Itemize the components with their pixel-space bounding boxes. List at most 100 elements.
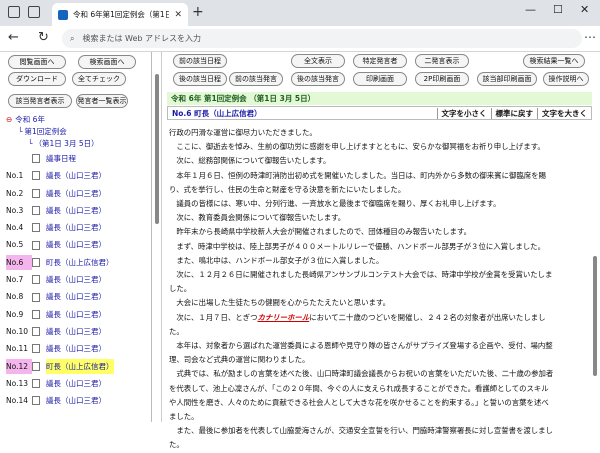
more-menu-icon[interactable]: ⋯ — [584, 30, 596, 44]
speaker-label: 町長（山上広信君） — [46, 257, 114, 267]
speaker-bar: No.6 町長（山上広信君） 文字を小さく 標準に戻す 文字を大きく — [167, 106, 592, 120]
row-number: No.12 — [6, 358, 32, 374]
speaker-label: 議長（山口三君） — [46, 344, 106, 354]
tree-speaker-row[interactable]: No.10 議長（山口三君） — [6, 323, 151, 340]
speaker-name: No.6 町長（山上広信君） — [172, 108, 262, 118]
tree-speaker-row[interactable]: No.7 議長（山口三君） — [6, 271, 151, 288]
next-schedule-button[interactable]: 後の該当日程 — [173, 72, 227, 86]
tree-speaker-row[interactable]: No.6 町長（山上広信君） — [6, 254, 151, 271]
help-button[interactable]: 操作説明へ — [543, 72, 589, 86]
text-smaller-button[interactable]: 文字を小さく — [436, 107, 491, 119]
document-pane: 前の該当日程 全文表示 特定発言者 二発言表示 検索結果一覧へ 後の該当日程 前… — [163, 52, 600, 449]
next-statement-button[interactable]: 後の該当発言 — [291, 72, 345, 86]
tree-agenda-item[interactable]: 議事日程 — [6, 150, 151, 167]
row-number: No.10 — [6, 326, 28, 336]
two-statements-button[interactable]: 二発言表示 — [415, 54, 469, 68]
close-tab-icon[interactable]: ✕ — [174, 10, 182, 20]
speaker-label: 町長（山上広信君） — [46, 358, 114, 374]
check-all-button[interactable]: 全てチェック — [72, 72, 126, 86]
text-line: を代表して、池上心凜さんが、「この２０年間、今ぐの人に支えられ成長することができ… — [169, 383, 549, 393]
text-line: 式典では、私が励ましの言葉を述べた後、山口時津町議会議長からお祝いの言葉をいただ… — [169, 369, 554, 379]
speaker-label: 議長（山口三君） — [46, 309, 106, 319]
tree-speaker-row[interactable]: No.14 議長（山口三君） — [6, 392, 151, 409]
search-results-button[interactable]: 検索結果一覧へ — [523, 54, 585, 68]
prev-statement-button[interactable]: 前の該当発言 — [229, 72, 283, 86]
print-2p-button[interactable]: 2P印刷画面 — [415, 72, 469, 86]
text-line: 本年は、対象者から選ばれた運営委員による恩師や見守り隊の皆さんがサプライズ登場す… — [169, 341, 553, 351]
tree-speaker-row[interactable]: No.3 議長（山口三君） — [6, 202, 151, 219]
show-speaker-list-button[interactable]: 発言者一覧表示 — [76, 94, 128, 108]
text-line: 大会に出場した生徒たちの健闘を心からたたえたいと思います。 — [169, 298, 390, 308]
text-line: た。 — [169, 440, 184, 450]
document-icon — [32, 292, 40, 302]
row-number: No.4 — [6, 223, 24, 233]
speaker-label: 議長（山口三君） — [46, 240, 106, 250]
speaker-label: 議長（山口三君） — [46, 223, 106, 233]
tree-node-day[interactable]: └ （第1日 3月 5日） — [6, 138, 151, 150]
tree-speaker-row[interactable]: No.1 議長（山口三君） — [6, 167, 151, 184]
row-number: No.14 — [6, 396, 28, 406]
scroll-thumb[interactable] — [155, 74, 159, 224]
tree-speaker-row[interactable]: No.11 議長（山口三君） — [6, 340, 151, 357]
left-scrollbar[interactable] — [152, 52, 162, 422]
browser-tab-bar: 令和 6年第1回定例会（第1日 3月 5日） ✕ + — ☐ ✕ — [0, 0, 600, 26]
row-number: No.13 — [6, 378, 28, 388]
speaker-label: 議長（山口三君） — [46, 396, 106, 406]
maximize-icon[interactable]: ☐ — [553, 3, 563, 16]
view-screen-button[interactable]: 閲覧画面へ — [8, 55, 66, 69]
tree-speaker-row[interactable]: No.12 町長（山上広信君） — [6, 358, 151, 375]
tree-speaker-row[interactable]: No.5 議長（山口三君） — [6, 236, 151, 253]
tree-branch-icon: └ — [18, 127, 23, 137]
document-icon — [32, 154, 40, 164]
text-line: また、最後に参加者を代表して山脇愛海さんが、交通安全宣誓を行い、門脇時津警察署長… — [169, 426, 553, 436]
row-number: No.5 — [6, 240, 24, 250]
row-number: No.7 — [6, 275, 24, 285]
speaker-label: 議長（山口三君） — [46, 188, 106, 198]
prev-schedule-button[interactable]: 前の該当日程 — [173, 54, 227, 68]
address-placeholder: 検索または Web アドレスを入力 — [82, 34, 202, 43]
text-larger-button[interactable]: 文字を大きく — [537, 107, 591, 119]
speaker-label: 議長（山口三君） — [46, 171, 106, 181]
minimize-icon[interactable]: — — [525, 3, 536, 16]
workspaces-icon[interactable] — [8, 6, 20, 18]
print-button[interactable]: 印刷画面 — [353, 72, 407, 86]
search-screen-button[interactable]: 検索画面へ — [78, 55, 136, 69]
show-matched-speakers-button[interactable]: 該当発言者表示 — [8, 94, 72, 108]
tree-speaker-row[interactable]: No.8 議長（山口三君） — [6, 288, 151, 305]
tab-actions-icon[interactable] — [28, 6, 40, 18]
document-icon — [32, 206, 40, 216]
text-line: ここに、御逝去を悼み、生前の御功労に感謝を申し上げますとともに、安らかな御冥福を… — [169, 142, 545, 152]
text-line: 本年１月６日、恒例の時津町消防出初め式を開催いたしました。当日は、町内外から多数… — [169, 170, 546, 180]
text-normal-button[interactable]: 標準に戻す — [490, 107, 538, 119]
refresh-icon[interactable]: ↻ — [38, 30, 49, 45]
collapse-icon: ⊖ — [6, 115, 13, 125]
document-icon — [32, 396, 40, 406]
document-icon — [32, 171, 40, 181]
full-text-button[interactable]: 全文表示 — [291, 54, 345, 68]
text-line: 次に、教育委員会関係について御報告いたします。 — [169, 213, 346, 223]
specific-speaker-button[interactable]: 特定発言者 — [353, 54, 407, 68]
close-window-icon[interactable]: ✕ — [580, 3, 589, 16]
browser-tab[interactable]: 令和 6年第1回定例会（第1日 3月 5日） ✕ — [52, 3, 188, 26]
row-number: No.6 — [6, 254, 32, 271]
tree-speaker-row[interactable]: No.4 議長（山口三君） — [6, 219, 151, 236]
document-icon — [32, 361, 40, 371]
tree-speaker-row[interactable]: No.2 議長（山口三君） — [6, 185, 151, 202]
text-line: た。 — [169, 326, 184, 336]
document-icon — [32, 240, 40, 250]
text-line: 次に、１月７日、とぎつカナリーホールにおいて二十歳のつどいを開催し、２４２名の対… — [169, 312, 546, 322]
document-scrollbar[interactable] — [590, 120, 600, 422]
tree-speaker-row[interactable]: No.13 議長（山口三君） — [6, 375, 151, 392]
download-button[interactable]: ダウンロード — [8, 72, 66, 86]
new-tab-icon[interactable]: + — [192, 4, 204, 20]
speaker-label: 議長（山口三君） — [46, 326, 106, 336]
back-icon[interactable]: ← — [8, 30, 19, 45]
text-line: 次に、１２月２６日に開催されました長崎県アンサンブルコンテスト大会では、時津中学… — [169, 270, 553, 280]
address-bar[interactable]: ⌕ 検索または Web アドレスを入力 — [62, 29, 582, 48]
minutes-text: 行政の円滑な運営に御尽力いただきました。 ここに、御逝去を悼み、生前の御功労に感… — [169, 126, 584, 453]
print-section-button[interactable]: 該当部印刷画面 — [477, 72, 537, 86]
scroll-thumb[interactable] — [593, 256, 597, 376]
speaker-label: 議長（山口三君） — [46, 292, 106, 302]
document-icon — [32, 223, 40, 233]
tree-speaker-row[interactable]: No.9 議長（山口三君） — [6, 306, 151, 323]
